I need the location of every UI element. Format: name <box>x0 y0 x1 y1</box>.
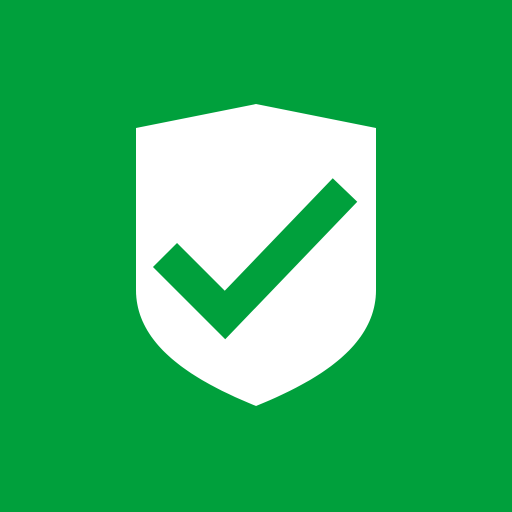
app-icon-tile <box>0 0 512 512</box>
shield-check-emblem <box>136 104 376 406</box>
